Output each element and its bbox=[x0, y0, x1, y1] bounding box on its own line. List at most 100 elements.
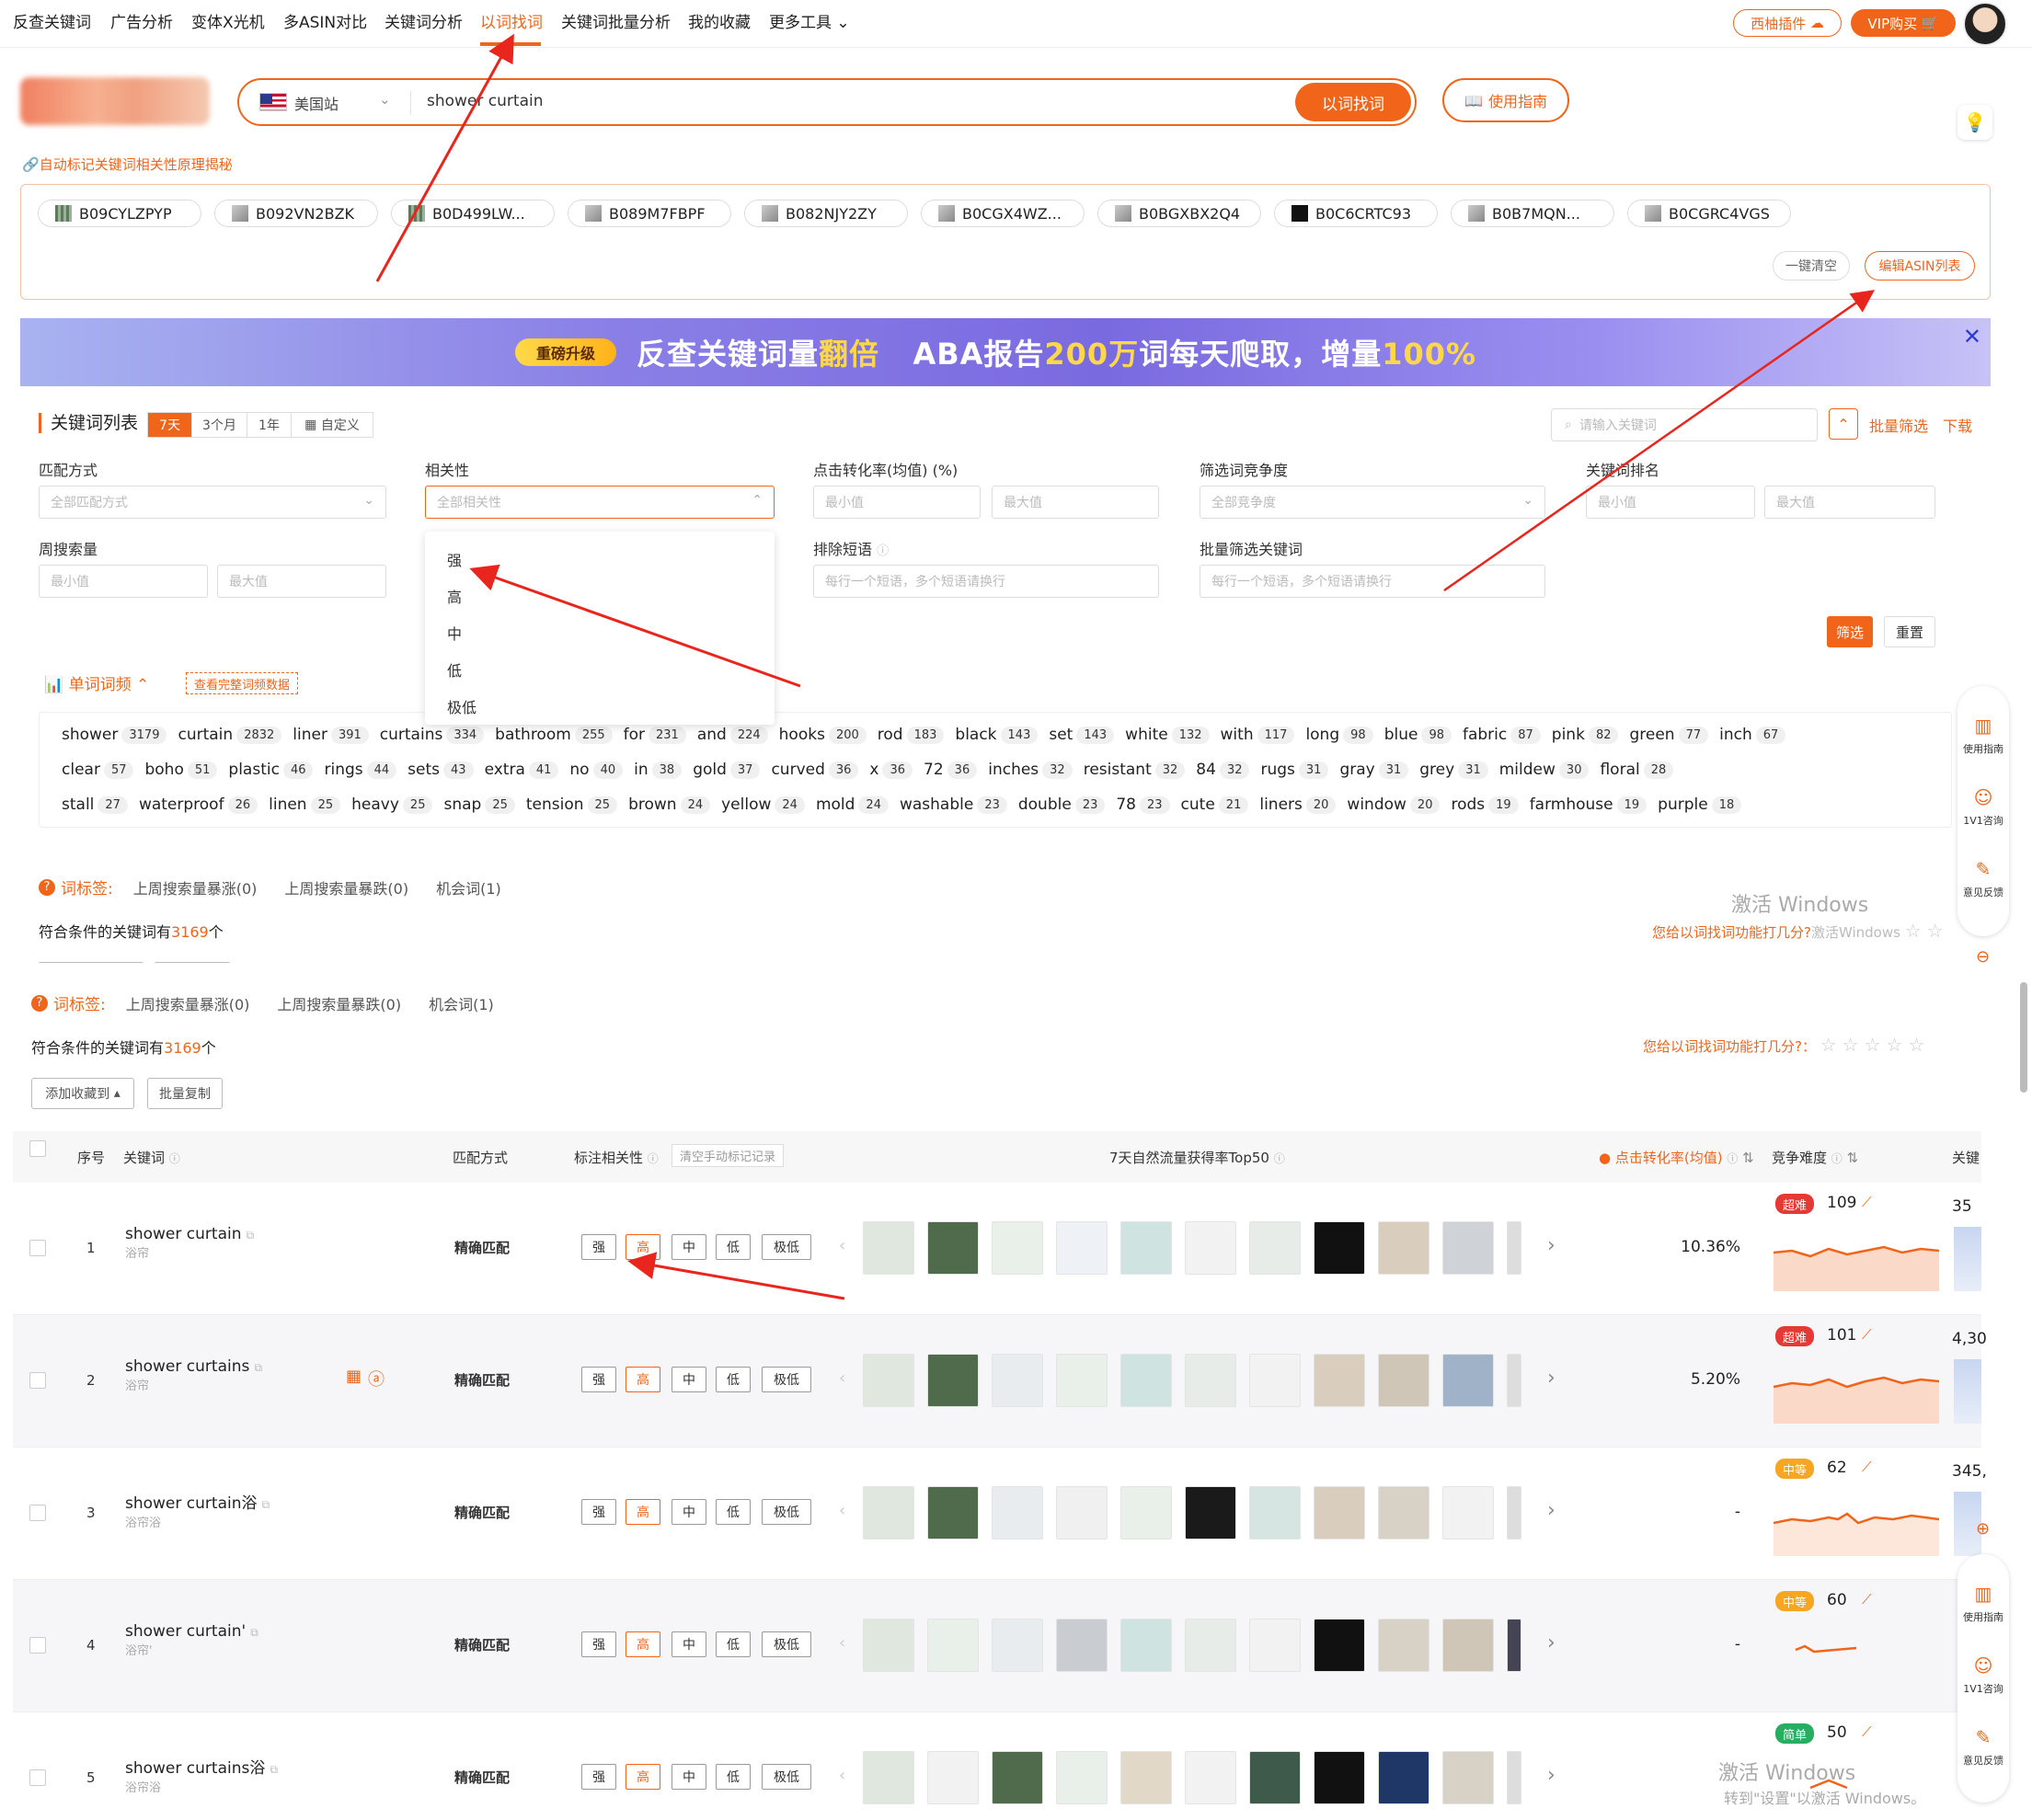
word-frequency-term[interactable]: brown bbox=[628, 796, 677, 814]
tag-opportunity[interactable]: 机会词(1) bbox=[436, 876, 501, 899]
relevance-option-low[interactable]: 低 bbox=[447, 658, 462, 681]
word-frequency-term[interactable]: linen bbox=[269, 796, 306, 814]
table-row[interactable]: 4 shower curtain' ⧉ 浴帘' 精确匹配 强高中低极低 ‹ › - 中等 60 ⟋ bbox=[13, 1580, 1981, 1712]
product-thumbnail[interactable] bbox=[992, 1751, 1043, 1804]
product-thumbnail[interactable] bbox=[1056, 1221, 1108, 1275]
ctr-max-input[interactable]: 最大值 bbox=[992, 486, 1159, 519]
word-frequency-term[interactable]: floral bbox=[1600, 761, 1639, 779]
product-thumbnail[interactable] bbox=[1056, 1486, 1108, 1540]
product-thumbnail[interactable] bbox=[992, 1221, 1043, 1275]
nav-item-reverse-keyword[interactable]: 反查关键词 bbox=[13, 9, 91, 32]
rank-max-input[interactable]: 最大值 bbox=[1764, 486, 1935, 519]
avatar[interactable] bbox=[1963, 2, 2007, 46]
product-thumbnail[interactable] bbox=[1185, 1486, 1236, 1540]
word-frequency-term[interactable]: bathroom bbox=[495, 726, 571, 744]
word-frequency-term[interactable]: liners bbox=[1259, 796, 1303, 814]
word-frequency-term[interactable]: farmhouse bbox=[1530, 796, 1613, 814]
chevron-right-icon[interactable]: › bbox=[1547, 1499, 1556, 1522]
word-frequency-term[interactable]: gray bbox=[1339, 761, 1374, 779]
relevance-option-medium[interactable]: 中 bbox=[447, 622, 462, 644]
word-frequency-term[interactable]: window bbox=[1347, 796, 1406, 814]
copy-icon[interactable]: ⧉ bbox=[254, 1361, 262, 1374]
product-thumbnail[interactable] bbox=[992, 1354, 1043, 1407]
match-type-select[interactable]: 全部匹配方式 ⌄ bbox=[39, 486, 386, 519]
clear-manual-marks-button[interactable]: 清空手动标记记录 bbox=[672, 1144, 785, 1167]
trend-chart-icon[interactable]: ⟋ bbox=[1862, 1591, 1872, 1608]
relevance-mark-button[interactable]: 强 bbox=[581, 1631, 616, 1657]
row-checkbox[interactable] bbox=[29, 1505, 46, 1521]
word-frequency-term[interactable]: snap bbox=[443, 796, 481, 814]
word-frequency-term[interactable]: blue bbox=[1384, 726, 1418, 744]
word-frequency-term[interactable]: yellow bbox=[721, 796, 771, 814]
word-frequency-term[interactable]: black bbox=[955, 726, 996, 744]
word-frequency-term[interactable]: curved bbox=[771, 761, 824, 779]
grid-icon[interactable]: ▦ bbox=[346, 1367, 362, 1386]
info-circle-icon[interactable]: ⓐ bbox=[368, 1367, 385, 1391]
product-thumbnail[interactable] bbox=[863, 1751, 914, 1804]
asin-chip[interactable]: B09CYLZPYP bbox=[38, 200, 201, 227]
column-header-keyword[interactable]: 关键词 ⓘ bbox=[123, 1148, 180, 1167]
product-thumbnail[interactable] bbox=[1507, 1619, 1521, 1672]
product-thumbnail[interactable] bbox=[863, 1354, 914, 1407]
promo-banner[interactable]: 重磅升级 反查关键词量翻倍 ABA报告200万词每天爬取，增量100% ✕ bbox=[20, 318, 1991, 386]
competition-select[interactable]: 全部竞争度 ⌄ bbox=[1200, 486, 1545, 519]
product-thumbnail[interactable] bbox=[1442, 1354, 1494, 1407]
search-input[interactable]: shower curtain bbox=[427, 92, 543, 110]
table-row[interactable]: 5 shower curtains浴 ⧉ 浴帘浴 精确匹配 强高中低极低 ‹ › 简单 50 ⟋ bbox=[13, 1712, 1981, 1820]
word-frequency-term[interactable]: purple bbox=[1658, 796, 1708, 814]
ctr-min-input[interactable]: 最小值 bbox=[813, 486, 981, 519]
word-frequency-term[interactable]: waterproof bbox=[139, 796, 224, 814]
product-thumbnail[interactable] bbox=[1378, 1751, 1429, 1804]
word-frequency-term[interactable]: mildew bbox=[1499, 761, 1556, 779]
product-thumbnail[interactable] bbox=[1249, 1354, 1301, 1407]
table-row[interactable]: 3 shower curtain浴 ⧉ 浴帘浴 精确匹配强高中低极低 ‹ › - 中等 62 ⟋ … bbox=[13, 1448, 1987, 1580]
keyword-text[interactable]: shower curtain浴 bbox=[125, 1494, 257, 1513]
relevance-mark-button[interactable]: 高 bbox=[626, 1367, 660, 1392]
word-frequency-term[interactable]: grey bbox=[1419, 761, 1454, 779]
trend-chart-icon[interactable]: ⟋ bbox=[1862, 1326, 1872, 1343]
word-frequency-term[interactable]: gold bbox=[693, 761, 727, 779]
product-thumbnail[interactable] bbox=[927, 1221, 979, 1275]
relevance-mark-button[interactable]: 低 bbox=[716, 1499, 751, 1525]
product-thumbnail[interactable] bbox=[1314, 1619, 1365, 1672]
product-thumbnail[interactable] bbox=[1120, 1751, 1172, 1804]
relevance-mark-button[interactable]: 中 bbox=[672, 1631, 706, 1657]
relevance-mark-button[interactable]: 强 bbox=[581, 1234, 616, 1260]
asin-chip[interactable]: B082NJY2ZY bbox=[744, 200, 908, 227]
word-frequency-term[interactable]: long bbox=[1305, 726, 1339, 744]
download-link[interactable]: 下载 bbox=[1943, 414, 1972, 436]
relevance-mark-button[interactable]: 低 bbox=[716, 1631, 751, 1657]
word-frequency-term[interactable]: curtains bbox=[380, 726, 443, 744]
product-thumbnail[interactable] bbox=[1314, 1354, 1365, 1407]
side-guide-button[interactable]: ▥ 使用指南 bbox=[1957, 714, 2009, 756]
product-thumbnail[interactable] bbox=[1120, 1221, 1172, 1275]
product-thumbnail[interactable] bbox=[1185, 1751, 1236, 1804]
relevance-mark-button[interactable]: 极低 bbox=[762, 1631, 811, 1657]
add-to-favorites-button[interactable]: 添加收藏到 ▴ bbox=[31, 1078, 134, 1109]
keyword-text[interactable]: shower curtains bbox=[125, 1357, 249, 1376]
nav-item-ad-analysis[interactable]: 广告分析 bbox=[110, 9, 173, 32]
product-thumbnail[interactable] bbox=[927, 1354, 979, 1407]
select-all-checkbox[interactable] bbox=[29, 1140, 46, 1157]
product-thumbnail[interactable] bbox=[1507, 1221, 1521, 1275]
relevance-mark-button[interactable]: 高 bbox=[626, 1499, 660, 1525]
word-frequency-term[interactable]: 84 bbox=[1196, 761, 1216, 779]
relevance-mark-button[interactable]: 低 bbox=[716, 1367, 751, 1392]
relevance-mark-button[interactable]: 强 bbox=[581, 1764, 616, 1790]
tab-1-year[interactable]: 1年 bbox=[247, 413, 292, 437]
trend-chart-icon[interactable]: ⟋ bbox=[1862, 1194, 1872, 1210]
vip-buy-button[interactable]: VIP购买 🛒 bbox=[1851, 9, 1956, 37]
product-thumbnail[interactable] bbox=[1249, 1486, 1301, 1540]
product-thumbnail[interactable] bbox=[1507, 1354, 1521, 1407]
relevance-option-strong[interactable]: 强 bbox=[447, 548, 462, 570]
word-frequency-term[interactable]: white bbox=[1125, 726, 1168, 744]
side-guide-button[interactable]: ▥ 使用指南 bbox=[1957, 1582, 2009, 1624]
nav-item-word-to-word[interactable]: 以词找词 bbox=[480, 9, 543, 32]
product-thumbnail[interactable] bbox=[927, 1751, 979, 1804]
relevance-mark-button[interactable]: 高 bbox=[626, 1764, 660, 1790]
asin-chip[interactable]: B0C6CRTC93 bbox=[1274, 200, 1438, 227]
nav-item-favorites[interactable]: 我的收藏 bbox=[688, 9, 751, 32]
word-frequency-term[interactable]: fabric bbox=[1463, 726, 1507, 744]
relevance-mark-button[interactable]: 高 bbox=[626, 1234, 660, 1260]
word-frequency-term[interactable]: and bbox=[697, 726, 727, 744]
